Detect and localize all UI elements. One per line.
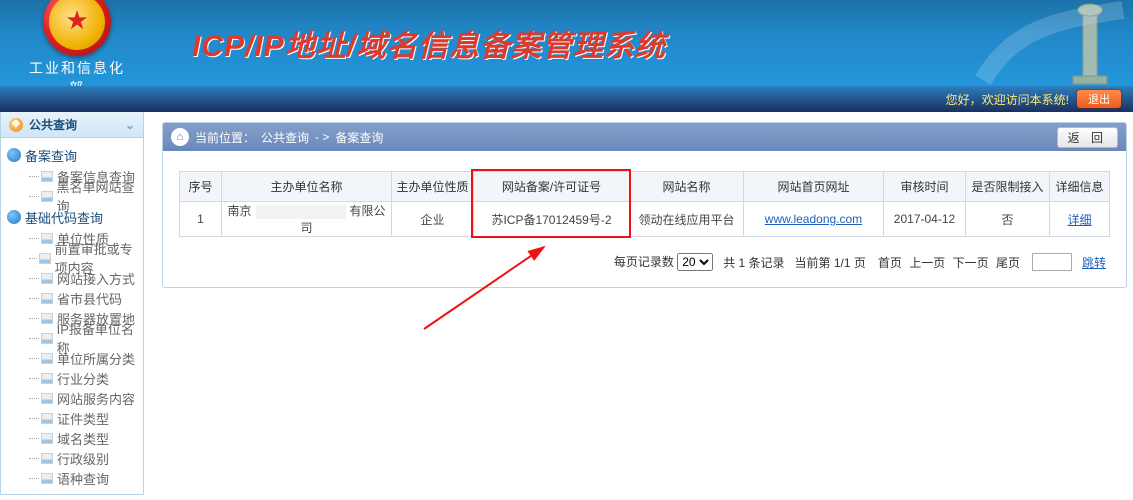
national-emblem-icon <box>43 0 111 56</box>
sidebar-subitem-label: 网站服务内容 <box>57 389 135 408</box>
cell-nature: 企业 <box>392 202 474 237</box>
pager-last[interactable]: 尾页 <box>996 256 1020 270</box>
sidebar-subitem-label: 证件类型 <box>57 409 109 428</box>
site-url-link[interactable]: www.leadong.com <box>765 212 862 226</box>
pager-prev[interactable]: 上一页 <box>909 256 945 270</box>
logout-button[interactable]: 退出 <box>1077 90 1121 108</box>
table-row: 1南京有限公司企业苏ICP备17012459号-2领动在线应用平台 www.lea… <box>180 202 1110 237</box>
sidebar-subitem-label: 网站接入方式 <box>57 269 135 288</box>
pager-next[interactable]: 下一页 <box>953 256 989 270</box>
results-table: 序号主办单位名称主办单位性质网站备案/许可证号网站名称网站首页网址审核时间是否限… <box>179 171 1110 237</box>
col-header-2: 主办单位性质 <box>392 172 474 202</box>
col-header-4: 网站名称 <box>630 172 744 202</box>
page-icon <box>41 233 53 244</box>
page-icon <box>41 353 53 364</box>
sidebar-subitem-1-6[interactable]: 单位所属分类 <box>7 348 143 368</box>
sidebar-subitem-label: 行政级别 <box>57 449 109 468</box>
page-icon <box>41 393 53 404</box>
col-header-6: 审核时间 <box>884 172 966 202</box>
sidebar-item-label: 基础代码查询 <box>25 208 103 227</box>
back-button[interactable]: 返 回 <box>1057 127 1118 148</box>
page-icon <box>41 293 53 304</box>
sidebar-subitem-1-8[interactable]: 网站服务内容 <box>7 388 143 408</box>
col-header-5: 网站首页网址 <box>744 172 884 202</box>
cell-url: www.leadong.com <box>744 202 884 237</box>
per-page-label: 每页记录数 <box>614 255 674 269</box>
sidebar-subitem-0-1[interactable]: 黑名单网站查询 <box>7 186 143 206</box>
chevron-down-icon: ⌄ <box>125 118 135 132</box>
page-icon <box>41 473 53 484</box>
sidebar-subitem-1-7[interactable]: 行业分类 <box>7 368 143 388</box>
cell-seq: 1 <box>180 202 222 237</box>
sidebar-subitem-label: 单位所属分类 <box>57 349 135 368</box>
org-redacted <box>256 205 346 219</box>
pager-goto-link[interactable]: 跳转 <box>1082 254 1106 271</box>
welcome-bar: 您好，欢迎访问本系统! 退出 <box>0 86 1133 112</box>
page-icon <box>39 253 51 264</box>
col-header-0: 序号 <box>180 172 222 202</box>
cell-detail: 详细 <box>1050 202 1110 237</box>
home-icon: ⌂ <box>171 128 189 146</box>
breadcrumb-level2: 备案查询 <box>335 129 383 146</box>
page-icon <box>41 333 53 344</box>
col-header-3: 网站备案/许可证号 <box>474 172 630 202</box>
sidebar-section-title: 公共查询 <box>29 116 77 133</box>
sidebar-subitem-1-10[interactable]: 域名类型 <box>7 428 143 448</box>
col-header-1: 主办单位名称 <box>222 172 392 202</box>
sidebar-subitem-1-2[interactable]: 网站接入方式 <box>7 268 143 288</box>
result-panel: ⌂ 当前位置： 公共查询 - > 备案查询 返 回 序号主办单位名称主办单位性质… <box>162 122 1127 288</box>
pager-goto-input[interactable] <box>1032 253 1072 271</box>
sidebar-subitem-1-12[interactable]: 语种查询 <box>7 468 143 488</box>
sidebar-subitem-label: 行业分类 <box>57 369 109 388</box>
sidebar-section-header[interactable]: ✥ 公共查询 ⌄ <box>1 112 143 138</box>
welcome-text: 您好，欢迎访问本系统! <box>946 91 1069 108</box>
sidebar-subitem-1-1[interactable]: 前置审批或专项内容 <box>7 248 143 268</box>
cell-time: 2017-04-12 <box>884 202 966 237</box>
cell-license: 苏ICP备17012459号-2 <box>474 202 630 237</box>
folder-icon <box>7 148 21 162</box>
sidebar-subitem-1-9[interactable]: 证件类型 <box>7 408 143 428</box>
breadcrumb: ⌂ 当前位置： 公共查询 - > 备案查询 返 回 <box>163 123 1126 151</box>
col-header-7: 是否限制接入 <box>966 172 1050 202</box>
folder-icon <box>7 210 21 224</box>
sidebar: ✥ 公共查询 ⌄ 备案查询备案信息查询黑名单网站查询基础代码查询单位性质前置审批… <box>0 112 144 495</box>
app-title: ICP/IP地址/域名信息备案管理系统 <box>192 21 666 65</box>
sidebar-subitem-label: 域名类型 <box>57 429 109 448</box>
breadcrumb-level1: 公共查询 <box>261 129 309 146</box>
sidebar-subitem-label: 语种查询 <box>57 469 109 488</box>
panel-body: 序号主办单位名称主办单位性质网站备案/许可证号网站名称网站首页网址审核时间是否限… <box>163 151 1126 287</box>
page-icon <box>41 433 53 444</box>
cell-sitename: 领动在线应用平台 <box>630 202 744 237</box>
pagination: 每页记录数 20 共 1 条记录 当前第 1/1 页 首页 上一页 下一页 尾页 <box>179 253 1110 271</box>
org-name: 工业和信息化部 <box>22 58 132 86</box>
detail-link[interactable]: 详细 <box>1067 213 1091 227</box>
page-icon <box>41 373 53 384</box>
page-icon <box>41 171 53 182</box>
sidebar-item-label: 备案查询 <box>25 146 77 165</box>
cell-org: 南京有限公司 <box>222 202 392 237</box>
total-records: 共 1 条记录 <box>723 254 784 271</box>
col-header-8: 详细信息 <box>1050 172 1110 202</box>
section-icon: ✥ <box>9 118 23 132</box>
org-prefix: 南京 <box>227 204 251 218</box>
sidebar-subitem-1-11[interactable]: 行政级别 <box>7 448 143 468</box>
sidebar-subitem-1-5[interactable]: IP报备单位名称 <box>7 328 143 348</box>
sidebar-subitem-1-3[interactable]: 省市县代码 <box>7 288 143 308</box>
per-page-select[interactable]: 20 <box>677 253 713 271</box>
page-icon <box>41 273 53 284</box>
breadcrumb-sep: - > <box>315 130 329 144</box>
content-area: ⌂ 当前位置： 公共查询 - > 备案查询 返 回 序号主办单位名称主办单位性质… <box>144 112 1133 495</box>
page-icon <box>41 453 53 464</box>
sidebar-tree: 备案查询备案信息查询黑名单网站查询基础代码查询单位性质前置审批或专项内容网站接入… <box>1 138 143 494</box>
page-icon <box>41 191 53 202</box>
sidebar-item-0[interactable]: 备案查询 <box>7 144 143 166</box>
page-icon <box>41 313 53 324</box>
app-header: 工业和信息化部 ICP/IP地址/域名信息备案管理系统 <box>0 0 1133 86</box>
cell-restricted: 否 <box>966 202 1050 237</box>
page-position: 当前第 1/1 页 <box>795 254 866 271</box>
pager-first[interactable]: 首页 <box>878 256 902 270</box>
breadcrumb-prefix: 当前位置： <box>195 129 255 146</box>
sidebar-subitem-label: 省市县代码 <box>57 289 122 308</box>
page-icon <box>41 413 53 424</box>
